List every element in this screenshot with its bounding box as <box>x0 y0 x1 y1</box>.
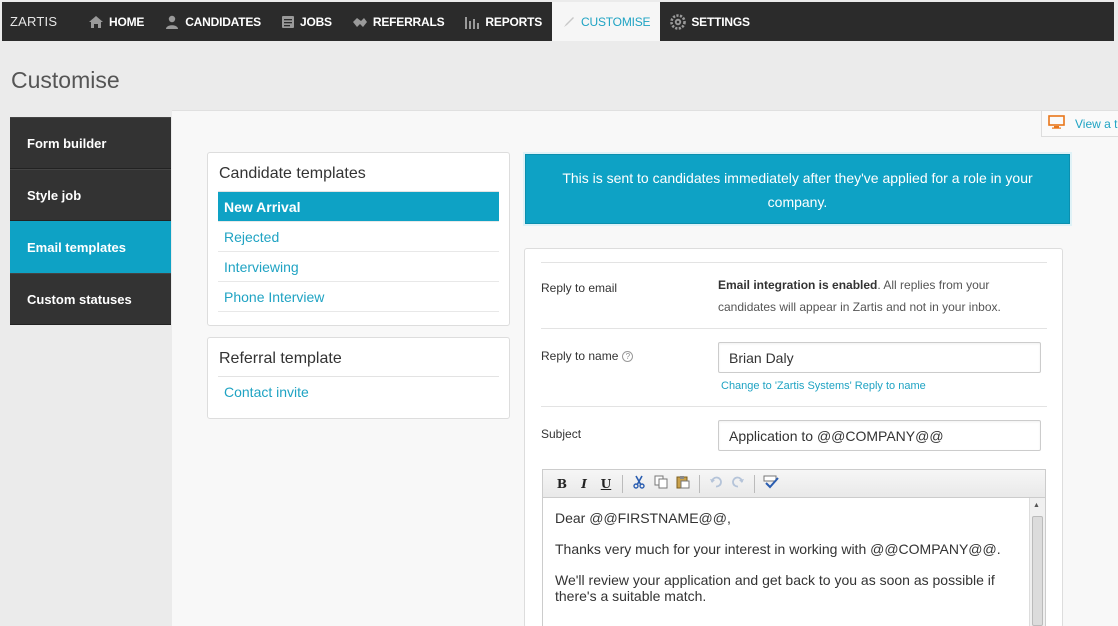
nav-settings-label: SETTINGS <box>691 14 750 29</box>
referral-template-title: Referral template <box>218 338 499 377</box>
nav-reports[interactable]: REPORTS <box>454 2 552 41</box>
redo-icon <box>731 475 745 492</box>
candidate-templates-title: Candidate templates <box>218 153 499 192</box>
email-form-card: Reply to email Email integration is enab… <box>524 248 1063 626</box>
underline-label: U <box>600 476 612 491</box>
cut-button[interactable] <box>628 474 650 494</box>
jobs-icon <box>281 15 295 29</box>
toolbar-divider <box>622 474 623 493</box>
italic-button[interactable]: I <box>573 474 595 494</box>
info-banner: This is sent to candidates immediately a… <box>525 154 1070 224</box>
nav-home-label: HOME <box>109 14 145 29</box>
integration-status: Email integration is enabled <box>718 278 878 292</box>
brand-logo[interactable]: ZARTIS <box>2 14 78 29</box>
scrollbar-thumb[interactable] <box>1032 516 1043 626</box>
copy-button[interactable] <box>650 474 672 494</box>
reply-name-label: Reply to name <box>541 349 619 363</box>
bold-button[interactable]: B <box>551 474 573 494</box>
monitor-icon <box>1048 115 1065 132</box>
nav-jobs[interactable]: JOBS <box>271 2 342 41</box>
bold-label: B <box>556 476 568 491</box>
side-item-style-job[interactable]: Style job <box>10 169 171 221</box>
side-item-custom-statuses[interactable]: Custom statuses <box>10 273 171 325</box>
editor-toolbar: B I U <box>543 470 1045 498</box>
customise-icon <box>562 15 576 29</box>
paste-button[interactable] <box>672 474 694 494</box>
side-item-form-builder[interactable]: Form builder <box>10 117 171 169</box>
underline-button[interactable]: U <box>595 474 617 494</box>
nav-home[interactable]: HOME <box>78 2 154 41</box>
side-item-email-templates[interactable]: Email templates <box>10 221 171 273</box>
home-icon <box>88 15 104 29</box>
page-title: Customise <box>11 67 120 93</box>
subject-input[interactable]: Application to @@COMPANY@@ <box>718 420 1041 451</box>
reply-name-label-wrap: Reply to name? <box>541 349 634 363</box>
side-menu: Form builder Style job Email templates C… <box>10 117 171 325</box>
toolbar-divider <box>699 474 700 493</box>
scroll-up-icon[interactable]: ▲ <box>1033 502 1040 509</box>
undo-icon <box>709 475 723 492</box>
nav-settings[interactable]: SETTINGS <box>660 2 759 41</box>
reply-email-label: Reply to email <box>541 281 618 295</box>
referral-template-box: Referral template Contact invite <box>207 337 510 419</box>
nav-referrals-label: REFERRALS <box>372 14 445 29</box>
nav-referrals[interactable]: REFERRALS <box>342 2 455 41</box>
toolbar-divider <box>754 474 755 493</box>
template-interviewing[interactable]: Interviewing <box>218 252 499 282</box>
top-nav: ZARTIS HOME CANDIDATES JOBS REFERRALS RE… <box>2 2 1114 41</box>
template-rejected[interactable]: Rejected <box>218 222 499 252</box>
view-link-label: View a t <box>1075 116 1118 131</box>
referrals-icon <box>352 15 368 29</box>
candidates-icon <box>164 15 180 29</box>
nav-candidates-label: CANDIDATES <box>185 14 261 29</box>
settings-icon <box>670 13 687 30</box>
body-line-review: We'll review your application and get ba… <box>555 572 995 604</box>
help-icon[interactable]: ? <box>622 351 634 362</box>
editor-scrollbar[interactable]: ▲ <box>1029 498 1045 626</box>
candidate-templates-box: Candidate templates New Arrival Rejected… <box>207 152 510 326</box>
nav-reports-label: REPORTS <box>485 14 543 29</box>
reply-name-row: Reply to name? Brian Daly Change to 'Zar… <box>541 328 1047 406</box>
change-reply-name-link[interactable]: Change to 'Zartis Systems' Reply to name <box>721 380 926 392</box>
subject-label: Subject <box>541 427 582 441</box>
nav-candidates[interactable]: CANDIDATES <box>154 2 271 41</box>
copy-icon <box>654 475 668 492</box>
undo-button[interactable] <box>705 474 727 494</box>
paste-icon <box>676 475 690 492</box>
spellcheck-icon <box>763 475 779 492</box>
spellcheck-button[interactable] <box>760 474 782 494</box>
nav-customise[interactable]: CUSTOMISE <box>552 2 661 41</box>
template-new-arrival[interactable]: New Arrival <box>218 192 499 222</box>
template-contact-invite[interactable]: Contact invite <box>218 377 499 407</box>
reply-name-input[interactable]: Brian Daly <box>718 342 1041 373</box>
subject-row: Subject Application to @@COMPANY@@ <box>541 406 1047 462</box>
email-body-editor[interactable]: B I U Dear @@FIRSTNAME@@, Thanks very mu… <box>542 469 1046 626</box>
editor-content[interactable]: Dear @@FIRSTNAME@@, Thanks very much for… <box>543 498 1045 626</box>
reports-icon <box>464 15 480 29</box>
view-link[interactable]: View a t <box>1041 111 1118 137</box>
body-line-greeting: Dear @@FIRSTNAME@@, <box>555 510 731 526</box>
template-phone-interview[interactable]: Phone Interview <box>218 282 499 312</box>
cut-icon <box>632 475 646 492</box>
body-line-thanks: Thanks very much for your interest in wo… <box>555 541 1001 557</box>
nav-jobs-label: JOBS <box>299 14 332 29</box>
reply-email-row: Reply to email Email integration is enab… <box>541 262 1047 328</box>
nav-customise-label: CUSTOMISE <box>581 14 651 29</box>
email-integration-note: Email integration is enabled. All replie… <box>718 274 1038 318</box>
italic-label: I <box>581 476 587 491</box>
redo-button[interactable] <box>727 474 749 494</box>
